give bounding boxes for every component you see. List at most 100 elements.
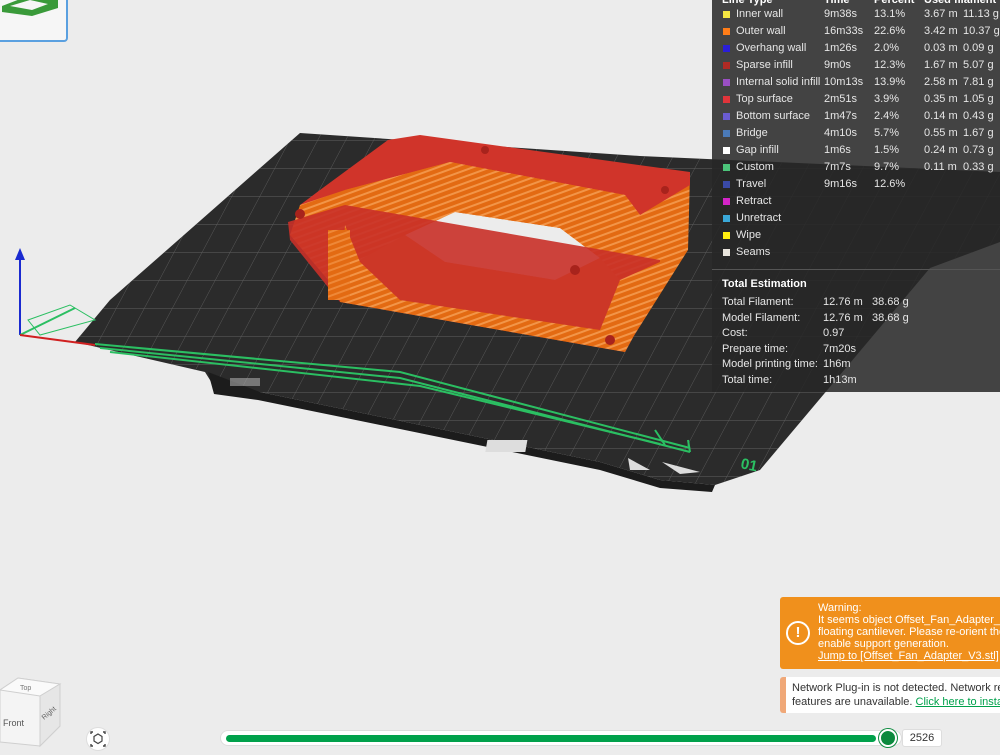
cost-value: 0.97 (823, 327, 845, 339)
layer-move-slider[interactable] (220, 730, 902, 746)
legend-name: Bottom surface (736, 110, 810, 122)
legend-time: 1m47s (824, 110, 858, 122)
cost-label: Cost: (722, 327, 748, 339)
legend-row: Wipe (712, 227, 1000, 244)
legend-percent: 13.9% (874, 76, 906, 88)
total-estimation-title: Total Estimation (722, 278, 807, 290)
legend-weight: 1.67 g (963, 127, 994, 139)
legend-length: 1.67 m (924, 59, 958, 71)
legend-length: 0.14 m (924, 110, 958, 122)
legend-name: Retract (736, 195, 772, 207)
legend-row: Retract (712, 193, 1000, 210)
legend-percent: 2.0% (874, 42, 900, 54)
camera-reset-icon (90, 731, 106, 747)
legend-row: Seams (712, 244, 1000, 261)
legend-weight: 7.81 g (963, 76, 994, 88)
legend-time: 1m6s (824, 144, 851, 156)
legend-length: 3.42 m (924, 25, 958, 37)
legend-percent: 12.6% (874, 178, 906, 190)
legend-name: Internal solid infill (736, 76, 821, 88)
total-filament-length: 12.76 m (823, 296, 863, 308)
model-filament-label: Model Filament: (722, 312, 801, 324)
legend-weight: 10.37 g (963, 25, 1000, 37)
legend-percent: 2.4% (874, 110, 900, 122)
legend-name: Outer wall (736, 25, 786, 37)
legend-color-swatch (723, 45, 730, 52)
legend-time: 1m26s (824, 42, 858, 54)
axis-gizmo (15, 248, 97, 346)
legend-name: Top surface (736, 93, 793, 105)
legend-name: Sparse infill (736, 59, 793, 71)
legend-percent: 5.7% (874, 127, 900, 139)
legend-color-swatch (723, 62, 730, 69)
legend-name: Travel (736, 178, 767, 190)
model-printing-time-value: 1h6m (823, 358, 851, 370)
slider-progress-fill (226, 735, 876, 742)
legend-percent: 22.6% (874, 25, 906, 37)
legend-name: Overhang wall (736, 42, 807, 54)
legend-name: Wipe (736, 229, 762, 241)
slider-value-box[interactable]: 2526 (902, 729, 942, 747)
legend-time: 7m7s (824, 161, 851, 173)
warning-text-3: enable support generation. (818, 638, 949, 650)
prepare-time-label: Prepare time: (722, 343, 789, 355)
slicing-statistics-panel: Line Type Time Percent Used filament Inn… (712, 0, 1000, 392)
legend-row: Internal solid infill 10m13s 13.9% 2.58 m 7.… (712, 74, 1000, 91)
legend-color-swatch (723, 79, 730, 86)
legend-time: 9m0s (824, 59, 851, 71)
legend-time: 9m16s (824, 178, 858, 190)
legend-percent: 12.3% (874, 59, 906, 71)
legend-name: Gap infill (736, 144, 779, 156)
legend-weight: 0.33 g (963, 161, 994, 173)
legend-name: Seams (736, 246, 771, 258)
legend-color-swatch (723, 113, 730, 120)
legend-weight: 11.13 g (963, 8, 999, 20)
total-time-value: 1h13m (823, 374, 857, 386)
legend-row: Outer wall 16m33s 22.6% 3.42 m 10.37 g (712, 23, 1000, 40)
exclamation-icon: ! (786, 621, 810, 645)
legend-name: Inner wall (736, 8, 784, 20)
legend-percent: 3.9% (874, 93, 900, 105)
legend-name: Bridge (736, 127, 768, 139)
legend-row: Travel 9m16s 12.6% (712, 176, 1000, 193)
model-printing-time-label: Model printing time: (722, 358, 818, 370)
total-filament-label: Total Filament: (722, 296, 794, 308)
legend-weight: 5.07 g (963, 59, 994, 71)
install-plugin-link[interactable]: Click here to insta (916, 696, 1000, 708)
model-filament-row: Model Filament: 12.76 m 38.68 g (712, 310, 1000, 326)
slider-handle[interactable] (879, 729, 897, 747)
legend-time: 10m13s (824, 76, 864, 88)
recenter-view-button[interactable] (86, 727, 110, 751)
legend-weight: 0.73 g (963, 144, 994, 156)
model-filament-length: 12.76 m (823, 312, 863, 324)
cube-front-label[interactable]: Front (3, 718, 25, 728)
jump-to-object-link[interactable]: Jump to [Offset_Fan_Adapter_V3.stl] (818, 650, 999, 662)
legend-row: Sparse infill 9m0s 12.3% 1.67 m 5.07 g (712, 57, 1000, 74)
warning-text-2: floating cantilever. Please re-orient th… (818, 626, 1000, 638)
legend-percent: 1.5% (874, 144, 900, 156)
legend-time: 4m10s (824, 127, 858, 139)
plate-number: 01 (739, 455, 759, 475)
legend-color-swatch (723, 181, 730, 188)
total-filament-weight: 38.68 g (872, 296, 909, 308)
separator (712, 269, 1000, 270)
object-thumbnail[interactable] (0, 0, 68, 42)
network-text-1: Network Plug-in is not detected. Network… (792, 682, 1000, 694)
legend-row: Bottom surface 1m47s 2.4% 0.14 m 0.43 g (712, 108, 1000, 125)
warning-notification: ! Warning: It seems object Offset_Fan_Ad… (780, 597, 1000, 669)
prepare-time-row: Prepare time: 7m20s (712, 341, 1000, 357)
legend-length: 0.03 m (924, 42, 958, 54)
legend-row: Bridge 4m10s 5.7% 0.55 m 1.67 g (712, 125, 1000, 142)
legend-row: Unretract (712, 210, 1000, 227)
legend-name: Unretract (736, 212, 782, 224)
legend-color-swatch (723, 96, 730, 103)
warning-title: Warning: (818, 602, 862, 614)
network-text-2: features are unavailable. (792, 696, 913, 708)
cube-top-label[interactable]: Top (20, 685, 31, 692)
view-cube[interactable]: Top Front Right (0, 650, 72, 750)
legend-length: 0.55 m (924, 127, 958, 139)
legend-percent: 9.7% (874, 161, 900, 173)
legend-weight: 0.43 g (963, 110, 994, 122)
legend-row: Overhang wall 1m26s 2.0% 0.03 m 0.09 g (712, 40, 1000, 57)
legend-time: 2m51s (824, 93, 858, 105)
